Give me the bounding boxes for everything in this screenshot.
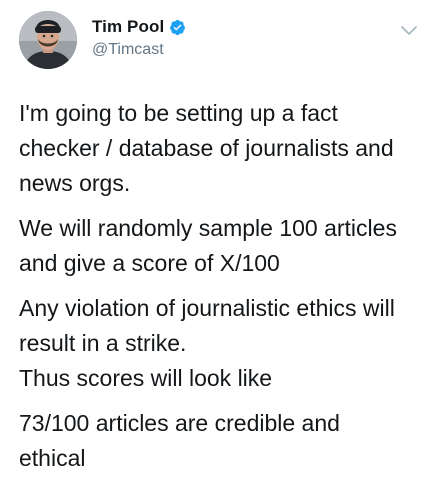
chevron-down-icon[interactable] <box>400 24 418 38</box>
author-name-row[interactable]: Tim Pool <box>92 17 186 37</box>
display-name[interactable]: Tim Pool <box>92 17 164 37</box>
author-handle[interactable]: @Timcast <box>92 41 164 59</box>
tweet-text: I'm going to be setting up a fact checke… <box>19 96 424 486</box>
tweet-paragraph: Thus scores will look like <box>19 365 273 391</box>
tweet-paragraph: We will randomly sample 100 articles and… <box>19 215 397 276</box>
verified-badge-icon <box>169 19 186 36</box>
avatar[interactable] <box>19 11 77 69</box>
tweet-paragraph: 73/100 articles are credible and ethical <box>19 410 340 471</box>
tweet-paragraph: I'm going to be setting up a fact checke… <box>19 100 394 196</box>
tweet-card: Tim Pool @Timcast I'm going to be settin… <box>0 0 437 500</box>
user-avatar-icon <box>19 11 77 69</box>
tweet-paragraph: Any violation of journalistic ethics wil… <box>19 295 395 356</box>
